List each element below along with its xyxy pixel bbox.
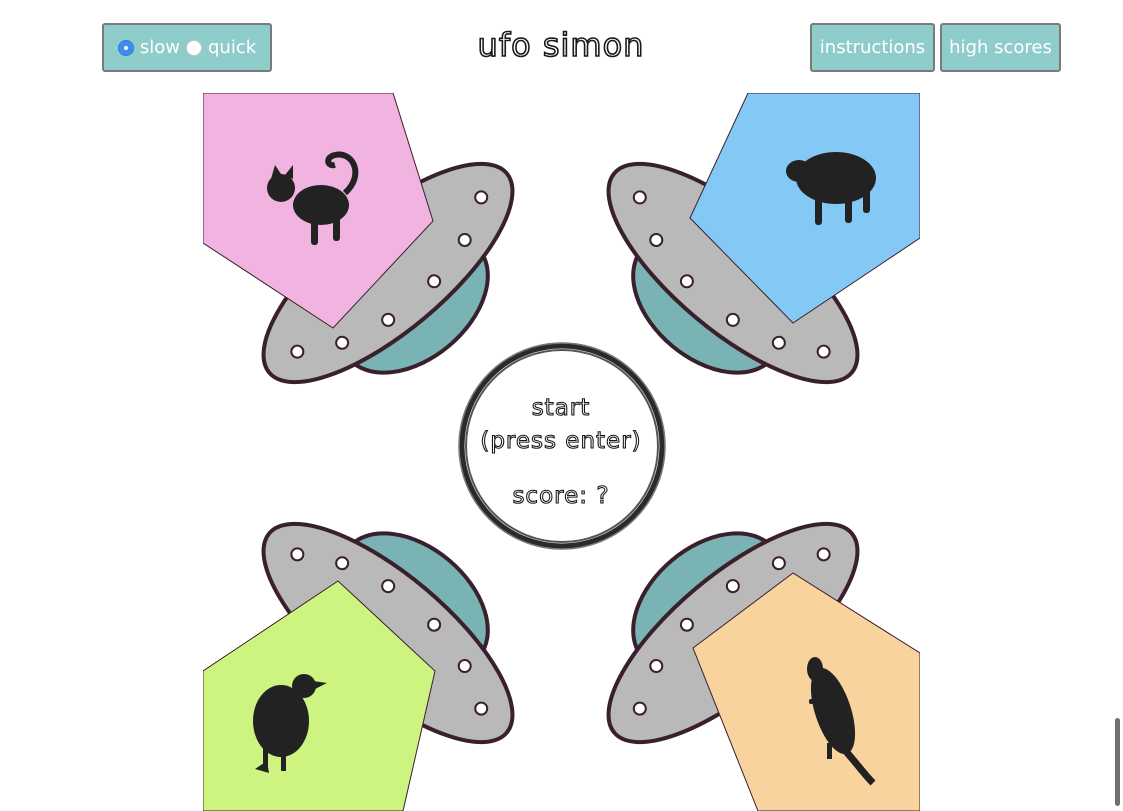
high-scores-button[interactable]: high scores bbox=[940, 23, 1061, 72]
speed-selector: slow quick bbox=[102, 23, 272, 72]
slow-radio[interactable] bbox=[117, 39, 134, 56]
quick-label: quick bbox=[207, 37, 257, 58]
score-display: score: ? bbox=[512, 482, 610, 509]
slow-label: slow bbox=[139, 37, 180, 58]
speed-option-slow[interactable]: slow bbox=[117, 37, 180, 58]
start-label[interactable]: start bbox=[461, 394, 661, 421]
start-hint[interactable]: (press enter) bbox=[461, 427, 661, 454]
game-title: ufo simon bbox=[477, 25, 645, 65]
quick-radio[interactable] bbox=[185, 39, 202, 56]
game-screen: slow quick ufo simon instructions high s… bbox=[0, 0, 1123, 811]
speed-option-quick[interactable]: quick bbox=[185, 37, 257, 58]
scrollbar-thumb[interactable] bbox=[1115, 718, 1120, 806]
instructions-button[interactable]: instructions bbox=[810, 23, 935, 72]
